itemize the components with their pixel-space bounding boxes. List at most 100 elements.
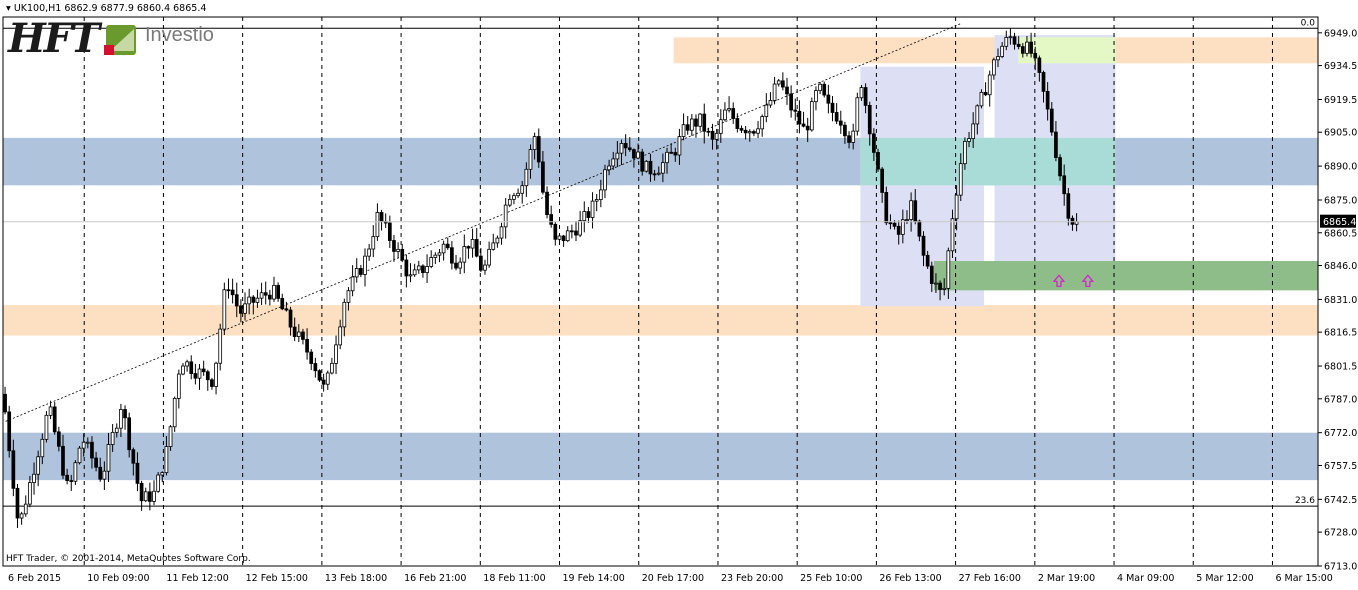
candle-body: [739, 128, 744, 131]
candle-body: [309, 351, 314, 364]
candle-body: [1045, 90, 1050, 110]
candle-body: [942, 287, 947, 290]
candle-body: [127, 417, 132, 451]
candle-body: [495, 237, 500, 244]
candle-body: [793, 109, 798, 112]
candle-body: [1012, 36, 1017, 45]
y-tick-label: 6919.5: [1324, 95, 1357, 106]
candle-body: [317, 370, 322, 381]
candle-body: [553, 223, 558, 240]
candle-body: [445, 243, 450, 249]
candle-body: [983, 91, 988, 96]
candle-body: [81, 441, 86, 449]
candle-body: [867, 105, 872, 135]
candle-body: [760, 116, 765, 130]
candle-body: [586, 211, 591, 218]
candle-body: [201, 368, 206, 373]
candle-body: [123, 409, 127, 419]
candle-body: [561, 235, 566, 242]
candle-body: [152, 490, 156, 502]
candle-body: [582, 211, 587, 222]
candle-body: [590, 200, 595, 218]
candle-body: [516, 192, 520, 197]
candle-body: [735, 118, 740, 129]
candle-body: [876, 152, 880, 170]
candle-body: [160, 472, 165, 476]
x-tick-label: 19 Feb 14:00: [563, 573, 625, 584]
candle-body: [119, 409, 123, 429]
candle-body: [694, 118, 698, 127]
candle-body: [598, 189, 603, 200]
candle-body: [938, 282, 942, 290]
candle-body: [280, 297, 285, 310]
candle-body: [752, 131, 756, 134]
price-chart[interactable]: 6 Feb 2015 10 Feb 09:00 11 Feb 12:00 12 Feb…: [0, 0, 1358, 586]
candle-body: [619, 143, 624, 154]
candle-body: [843, 124, 847, 137]
y-tick-label: 6772.0: [1324, 428, 1357, 439]
candle-body: [342, 301, 347, 328]
candle-body: [826, 94, 831, 104]
zone-support-2: [3, 305, 1318, 336]
candle-body: [503, 204, 508, 228]
candle-body: [905, 219, 909, 221]
y-tick-label: 6949.0: [1324, 28, 1357, 39]
candle-body: [1062, 175, 1067, 195]
candle-body: [536, 136, 541, 163]
dropdown-triangle-icon[interactable]: ▾: [6, 3, 11, 14]
candle-body: [698, 113, 702, 127]
candle-body: [168, 426, 173, 447]
candle-body: [255, 297, 260, 303]
candle-body: [863, 87, 868, 106]
candle-body: [251, 296, 256, 303]
candle-body: [491, 242, 496, 250]
candle-body: [478, 255, 483, 271]
candle-body: [189, 361, 194, 374]
y-tick-label: 6831.0: [1324, 295, 1357, 306]
y-tick-label: 6860.5: [1324, 228, 1357, 239]
candle-body: [218, 328, 223, 364]
candle-body: [677, 136, 682, 156]
candle-body: [805, 125, 810, 131]
candle-body: [350, 276, 355, 292]
candle-body: [148, 491, 152, 502]
candle-body: [987, 74, 992, 96]
candle-body: [98, 466, 103, 480]
candle-body: [727, 108, 731, 111]
candle-body: [234, 294, 239, 307]
y-tick-label: 6934.5: [1324, 61, 1357, 72]
candle-body: [1004, 37, 1009, 47]
chart-area[interactable]: 6 Feb 2015 10 Feb 09:00 11 Feb 12:00 12 Feb…: [0, 0, 1358, 586]
candle-body: [925, 254, 930, 267]
candle-body: [425, 266, 429, 273]
candle-body: [632, 149, 636, 159]
candle-body: [48, 406, 53, 416]
fib-level-label: 23.6: [1295, 496, 1315, 506]
candle-body: [28, 482, 32, 505]
y-tick-label: 6757.5: [1324, 461, 1357, 472]
candle-body: [1066, 193, 1071, 219]
candle-body: [847, 135, 851, 143]
x-tick-label: 25 Feb 10:00: [800, 573, 862, 584]
candle-body: [776, 80, 781, 85]
hft-investio-logo: HFT Investio: [8, 17, 223, 61]
candle-body: [210, 379, 214, 387]
candle-body: [512, 195, 516, 200]
candle-body: [185, 361, 189, 367]
candle-body: [305, 339, 309, 353]
candle-body: [346, 290, 351, 303]
candle-body: [785, 86, 789, 95]
candle-body: [197, 368, 202, 379]
candle-body: [458, 261, 463, 269]
candle-body: [276, 284, 280, 299]
candle-body: [1025, 41, 1029, 54]
candle-body: [702, 113, 707, 132]
candle-body: [954, 194, 959, 220]
zone-support-3: [3, 432, 1318, 481]
candle-body: [872, 133, 876, 153]
candle-body: [268, 294, 272, 300]
candle-body: [532, 136, 537, 150]
x-tick-label: 16 Feb 21:00: [404, 573, 466, 584]
candle-body: [437, 252, 442, 256]
candle-body: [65, 474, 69, 481]
